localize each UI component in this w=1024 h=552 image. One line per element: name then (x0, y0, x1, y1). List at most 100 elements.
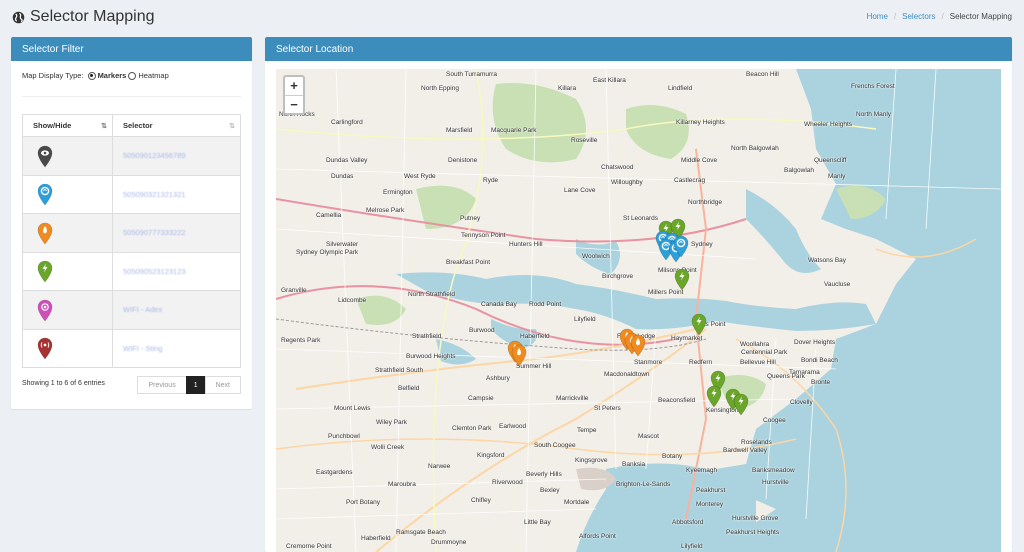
map-place-label: Balgowlah (784, 167, 814, 174)
map-place-label: St Peters (594, 405, 621, 412)
previous-button[interactable]: Previous (137, 376, 187, 394)
map-place-label: Putney (460, 215, 481, 222)
map-place-label: Tennyson Point (461, 232, 506, 239)
map-place-label: Brighton-Le-Sands (616, 481, 671, 488)
zoom-control: + − (283, 75, 305, 115)
map-place-label: Wheeler Heights (804, 121, 853, 128)
bolt-pin-icon[interactable] (35, 259, 55, 283)
heatmap-label[interactable]: Heatmap (138, 71, 168, 80)
bolt-map-marker[interactable] (731, 392, 751, 416)
zoom-out-button[interactable]: − (285, 95, 303, 113)
page-title: Selector Mapping (12, 8, 155, 26)
show-hide-cell[interactable] (22, 252, 113, 291)
selector-link[interactable]: 505090123456789 (123, 151, 186, 160)
map-place-label: Bondi Beach (801, 357, 838, 364)
sort-icon: ⇅ (229, 123, 235, 130)
bolt-map-marker[interactable] (689, 312, 709, 336)
column-show-hide[interactable]: Show/Hide ⇅ (22, 114, 113, 137)
map-place-label: Burwood Heights (406, 353, 456, 360)
selector-filter-box: Selector Filter Map Display Type: Marker… (11, 37, 252, 409)
page-header: Selector Mapping Home / Selectors / Sele… (0, 0, 1024, 36)
map-place-label: Beverly Hills (526, 471, 562, 478)
map-place-label: Bexley (540, 487, 560, 494)
map-place-label: Carlingford (331, 119, 363, 126)
map-place-label: North Balgowlah (731, 145, 779, 152)
map-place-label: Camellia (316, 212, 342, 219)
map-place-label: Regents Park (281, 337, 321, 344)
bolt-map-marker[interactable] (704, 384, 724, 408)
map-place-label: Lilyfield (574, 316, 596, 323)
map-place-label: Lindfield (668, 85, 693, 92)
show-hide-cell[interactable] (22, 213, 113, 253)
next-button[interactable]: Next (204, 376, 241, 394)
water-map-marker[interactable] (671, 234, 691, 258)
globe-icon (12, 11, 25, 23)
wifi-pin-icon[interactable] (35, 298, 55, 322)
map-place-label: Kingsford (477, 452, 505, 459)
map-place-label: Kingsgrove (575, 457, 608, 464)
map-place-label: Banksmeadow (752, 467, 795, 474)
map-place-label: Lane Cove (564, 187, 596, 194)
water-pin-icon[interactable] (35, 182, 55, 206)
selector-link[interactable]: 505090321321321 (123, 190, 186, 199)
map-place-label: Denistone (448, 157, 478, 164)
display-type-label: Map Display Type: (22, 71, 84, 80)
fire-map-marker[interactable] (509, 343, 529, 367)
fire-map-marker[interactable] (628, 333, 648, 357)
map-place-label: Narwee (428, 463, 451, 470)
divider (22, 96, 241, 97)
map-place-label: Riverwood (492, 479, 523, 486)
map-place-label: Haberfield (361, 535, 391, 542)
show-hide-cell[interactable] (22, 136, 113, 176)
map-place-label: Ryde (483, 177, 499, 184)
breadcrumb: Home / Selectors / Selector Mapping (867, 12, 1012, 21)
map-place-label: East Killara (593, 77, 626, 84)
selector-cell: 505090523123123 (112, 252, 241, 291)
selector-link[interactable]: WIFI - Sting (123, 344, 163, 353)
zoom-in-button[interactable]: + (285, 77, 303, 95)
show-hide-cell[interactable] (22, 329, 113, 368)
eye-pin-icon[interactable] (35, 144, 55, 168)
map-place-label: Dundas (331, 173, 354, 180)
fire-pin-icon[interactable] (35, 221, 55, 245)
map-place-label: Tempe (577, 427, 597, 434)
breadcrumb-selectors[interactable]: Selectors (902, 12, 935, 21)
map-place-label: Alfords Point (579, 533, 616, 540)
table-header-row: Show/Hide ⇅ Selector ⇅ (22, 114, 241, 137)
map-place-label: South Turramurra (446, 71, 497, 78)
map-base (276, 69, 1001, 552)
map-place-label: Redfern (689, 359, 713, 366)
map-place-label: West Ryde (404, 173, 436, 180)
selector-location-title: Selector Location (265, 37, 1012, 61)
breadcrumb-home[interactable]: Home (867, 12, 888, 21)
selector-table: Show/Hide ⇅ Selector ⇅ 505090123456789 5050… (22, 114, 241, 368)
map-place-label: Killara (558, 85, 577, 92)
map-place-label: Beacon Hill (746, 71, 779, 78)
map-place-label: Granville (281, 287, 307, 294)
selector-link[interactable]: 505090523123123 (123, 267, 186, 276)
map-place-label: Chifley (471, 497, 491, 504)
markers-label[interactable]: Markers (98, 71, 127, 80)
signal-pin-icon[interactable] (35, 336, 55, 360)
bolt-map-marker[interactable] (672, 267, 692, 291)
map-place-label: Chatswood (601, 164, 634, 171)
column-selector[interactable]: Selector ⇅ (112, 114, 241, 137)
selector-link[interactable]: 505090777333222 (123, 228, 186, 237)
map-place-label: Peakhurst (696, 487, 726, 494)
map-place-label: Dover Heights (794, 339, 836, 346)
show-hide-cell[interactable] (22, 175, 113, 214)
map[interactable]: South Turramurra East Killara Beacon Hill N… (276, 69, 1001, 552)
markers-radio[interactable] (87, 71, 96, 80)
map-place-label: St Leonards (623, 215, 659, 222)
map-place-label: Hurstville Grove (732, 515, 779, 522)
show-hide-cell[interactable] (22, 290, 113, 330)
selector-link[interactable]: WIFI - Adex (123, 305, 162, 314)
map-place-label: Mortdale (564, 499, 590, 506)
heatmap-radio[interactable] (128, 71, 137, 80)
map-place-label: Burwood (469, 327, 495, 334)
map-place-label: Rodd Point (529, 301, 562, 308)
page-1-button[interactable]: 1 (185, 376, 206, 394)
map-place-label: North Strathfield (408, 291, 455, 298)
map-place-label: Bardwell Valley (723, 447, 767, 454)
table-row: 505090523123123 (22, 252, 241, 291)
